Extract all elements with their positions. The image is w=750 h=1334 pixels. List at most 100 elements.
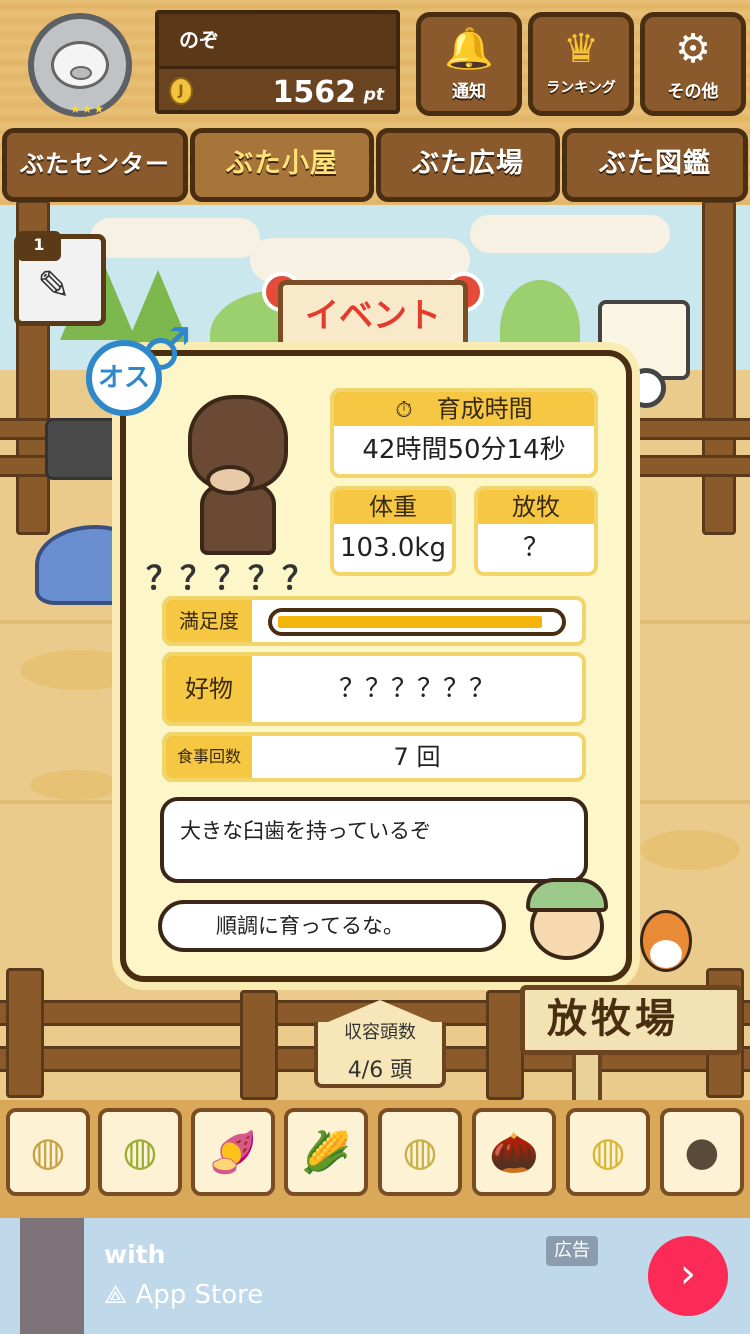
food-slot-soybean[interactable]: ◍ [378, 1108, 462, 1196]
pasture-button[interactable]: 放牧場 [520, 985, 742, 1055]
weight-label: 体重 [334, 490, 452, 524]
ad-thumbnail [20, 1218, 84, 1334]
stopwatch-icon: ⏱ [395, 398, 413, 423]
sweet-potato-icon: 🍠 [208, 1129, 258, 1176]
pillar [702, 200, 736, 535]
ranking-label: ランキング [546, 80, 616, 96]
pig-avatar-icon [51, 41, 109, 89]
capacity-label: 収容頭数 [344, 1022, 416, 1043]
coin-icon: J [169, 77, 193, 105]
tab-buta-koya[interactable]: ぶた小屋 [190, 128, 374, 202]
meal-count-row: 食事回数 7 回 [162, 732, 586, 782]
growth-time-header: ⏱ 育成時間 [334, 392, 594, 426]
player-avatar[interactable]: ★★★ [18, 10, 142, 120]
meal-count-label: 食事回数 [166, 736, 252, 778]
injection-item-button[interactable]: 1 ✎ [14, 231, 106, 326]
bell-icon: 🔔 [444, 26, 494, 72]
satisfaction-meter-fill [278, 616, 542, 628]
grain-pile-icon: ◍ [30, 1129, 66, 1175]
ad-tag: 広告 [546, 1236, 598, 1266]
notification-label: 通知 [452, 82, 486, 102]
mixed-grain-icon: ◍ [122, 1129, 158, 1175]
capacity-sign: 収容頭数 4/6 頭 [306, 1000, 456, 1092]
weight-value: 103.0kg [340, 533, 446, 563]
ad-title: with [104, 1240, 166, 1269]
boar-snout [206, 465, 254, 495]
gear-icon: ⚙ [675, 26, 711, 72]
pig-name: ？？？？？ [146, 559, 317, 597]
other-label: その他 [667, 82, 719, 102]
item-count: 1 [17, 231, 61, 261]
soybean-icon: ◍ [402, 1129, 438, 1175]
username: のぞ [179, 28, 219, 52]
ad-store-label: ⟁ App Store [104, 1280, 263, 1311]
rank-stars: ★★★ [70, 102, 106, 116]
tab-bar: ぶたセンター ぶた小屋 ぶた広場 ぶた図鑑 [0, 128, 750, 206]
syringe-icon: ✎ [37, 263, 71, 309]
food-slot-acorn[interactable]: 🌰 [472, 1108, 556, 1196]
app-store-icon: ⟁ [104, 1280, 136, 1310]
corn-icon: 🌽 [301, 1129, 351, 1176]
food-slot-grain[interactable]: ◍ [6, 1108, 90, 1196]
food-slot-sweet-potato[interactable]: 🍠 [191, 1108, 275, 1196]
points-value: 1562 [272, 75, 357, 110]
favorite-food-row: 好物 ？？？？？？ [162, 652, 586, 726]
camera-icon[interactable] [45, 418, 125, 480]
robin-bird[interactable] [640, 910, 692, 980]
boar-portrait[interactable] [178, 395, 298, 560]
farmer-hat [526, 878, 608, 912]
crown-icon: ♛ [563, 26, 599, 72]
ranking-button[interactable]: ♛ ランキング [528, 12, 634, 116]
farmer-avatar [524, 878, 610, 962]
favorite-food-label: 好物 [166, 656, 252, 722]
satisfaction-row: 満足度 [162, 596, 586, 646]
pig-nose [70, 66, 92, 80]
notification-button[interactable]: 🔔 通知 [416, 12, 522, 116]
ad-banner[interactable]: with ⟁ App Store 広告 › [0, 1218, 750, 1334]
hay-patch [30, 770, 120, 800]
weight-box: 体重 103.0kg [330, 486, 456, 576]
points-unit: pt [363, 85, 384, 105]
tab-buta-center[interactable]: ぶたセンター [2, 128, 188, 202]
bird-belly [650, 940, 682, 968]
meal-count-value: 7 回 [393, 743, 441, 771]
points-row: J 1562 pt [159, 66, 396, 110]
grazing-label: 放牧 [478, 490, 594, 524]
fence-post [240, 990, 278, 1100]
hay-patch [640, 830, 740, 870]
growth-time-value: 42時間50分14秒 [362, 435, 566, 465]
plate-balls-icon: ● [684, 1129, 720, 1175]
ad-store-text: App Store [135, 1280, 264, 1310]
food-slot-plate-balls[interactable]: ● [660, 1108, 744, 1196]
ad-open-button[interactable]: › [648, 1236, 728, 1316]
truck-wheel [626, 368, 666, 408]
capacity-sign-body: 収容頭数 4/6 頭 [314, 1022, 446, 1088]
satisfaction-meter [268, 608, 566, 636]
tab-buta-hiroba[interactable]: ぶた広場 [376, 128, 560, 202]
satisfaction-label: 満足度 [166, 600, 252, 642]
favorite-food-value: ？？？？？？ [338, 674, 495, 704]
gender-badge: ♂ オス [86, 320, 192, 420]
bowl-grain-icon: ◍ [590, 1129, 626, 1175]
growth-time-box: ⏱ 育成時間 42時間50分14秒 [330, 388, 598, 478]
food-slot-mixed-grain[interactable]: ◍ [98, 1108, 182, 1196]
gender-label: オス [86, 340, 162, 416]
food-slot-corn[interactable]: 🌽 [284, 1108, 368, 1196]
acorn-icon: 🌰 [489, 1129, 539, 1176]
event-sign[interactable]: イベント [278, 280, 468, 360]
food-bar: ◍ ◍ 🍠 🌽 ◍ 🌰 ◍ ● [0, 1100, 750, 1218]
fence-post [486, 990, 524, 1100]
other-button[interactable]: ⚙ その他 [640, 12, 746, 116]
tab-buta-zukan[interactable]: ぶた図鑑 [562, 128, 748, 202]
farmer-comment-bubble: 順調に育ってるな。 [158, 900, 506, 952]
capacity-value: 4/6 頭 [347, 1058, 413, 1083]
cloud [470, 215, 670, 253]
description-bubble: 大きな臼歯を持っているぞ [160, 797, 588, 883]
user-panel: のぞ J 1562 pt [155, 10, 400, 114]
growth-time-label: 育成時間 [436, 395, 533, 423]
grazing-box: 放牧 ？ [474, 486, 598, 576]
pasture-sign-post [572, 1050, 602, 1106]
grazing-value: ？ [522, 533, 549, 563]
food-slot-bowl-grain[interactable]: ◍ [566, 1108, 650, 1196]
fence-post [6, 968, 44, 1098]
